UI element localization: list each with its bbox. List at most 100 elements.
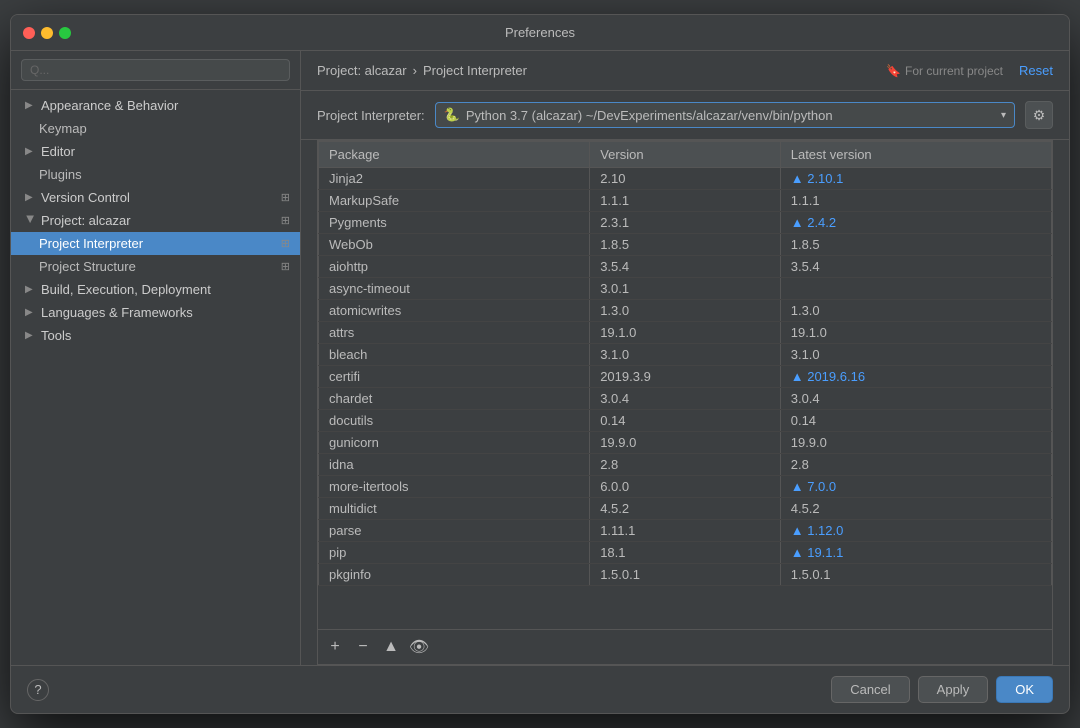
table-row[interactable]: pkginfo1.5.0.11.5.0.1 — [319, 564, 1052, 586]
table-row[interactable]: Jinja22.10▲ 2.10.1 — [319, 168, 1052, 190]
search-input[interactable] — [21, 59, 290, 81]
cell-latest: 1.8.5 — [780, 234, 1051, 256]
cell-package: MarkupSafe — [319, 190, 590, 212]
cell-package: certifi — [319, 366, 590, 388]
sidebar-item-version-control[interactable]: ▶ Version Control ⊞ — [11, 186, 300, 209]
table-row[interactable]: aiohttp3.5.43.5.4 — [319, 256, 1052, 278]
table-row[interactable]: attrs19.1.019.1.0 — [319, 322, 1052, 344]
interpreter-value: Python 3.7 (alcazar) ~/DevExperiments/al… — [466, 108, 833, 123]
table-row[interactable]: gunicorn19.9.019.9.0 — [319, 432, 1052, 454]
cell-version: 1.5.0.1 — [590, 564, 781, 586]
cell-package: multidict — [319, 498, 590, 520]
cell-package: pkginfo — [319, 564, 590, 586]
table-row[interactable]: atomicwrites1.3.01.3.0 — [319, 300, 1052, 322]
interpreter-select-text: 🐍 Python 3.7 (alcazar) ~/DevExperiments/… — [444, 107, 833, 123]
sidebar-item-label: Editor — [41, 144, 75, 159]
breadcrumb: Project: alcazar › Project Interpreter — [317, 63, 527, 78]
traffic-lights — [23, 27, 71, 39]
sidebar-item-project-structure[interactable]: Project Structure ⊞ — [11, 255, 300, 278]
table-row[interactable]: async-timeout3.0.1 — [319, 278, 1052, 300]
cell-package: gunicorn — [319, 432, 590, 454]
cell-package: aiohttp — [319, 256, 590, 278]
table-row[interactable]: MarkupSafe1.1.11.1.1 — [319, 190, 1052, 212]
sidebar-item-keymap[interactable]: Keymap — [11, 117, 300, 140]
cell-latest: 0.14 — [780, 410, 1051, 432]
table-row[interactable]: more-itertools6.0.0▲ 7.0.0 — [319, 476, 1052, 498]
table-row[interactable]: docutils0.140.14 — [319, 410, 1052, 432]
action-buttons: Cancel Apply OK — [831, 676, 1053, 703]
table-row[interactable]: Pygments2.3.1▲ 2.4.2 — [319, 212, 1052, 234]
table-row[interactable]: chardet3.0.43.0.4 — [319, 388, 1052, 410]
sidebar-item-project-interpreter[interactable]: Project Interpreter ⊞ — [11, 232, 300, 255]
upgrade-package-button[interactable]: ▲ — [380, 636, 402, 658]
sidebar-item-project-alcazar[interactable]: ▶ Project: alcazar ⊞ — [11, 209, 300, 232]
arrow-icon: ▶ — [25, 284, 35, 295]
sidebar-item-appearance[interactable]: ▶ Appearance & Behavior — [11, 94, 300, 117]
main-content: ▶ Appearance & Behavior Keymap ▶ Editor … — [11, 51, 1069, 665]
sidebar-item-languages-frameworks[interactable]: ▶ Languages & Frameworks — [11, 301, 300, 324]
cell-version: 1.1.1 — [590, 190, 781, 212]
help-button[interactable]: ? — [27, 679, 49, 701]
table-row[interactable]: multidict4.5.24.5.2 — [319, 498, 1052, 520]
search-box — [11, 51, 300, 90]
cell-package: docutils — [319, 410, 590, 432]
table-row[interactable]: pip18.1▲ 19.1.1 — [319, 542, 1052, 564]
sidebar-item-label: Tools — [41, 328, 71, 343]
col-latest: Latest version — [780, 142, 1051, 168]
sidebar-item-label: Project: alcazar — [41, 213, 131, 228]
sidebar-item-editor[interactable]: ▶ Editor — [11, 140, 300, 163]
cell-version: 3.0.1 — [590, 278, 781, 300]
cancel-button[interactable]: Cancel — [831, 676, 909, 703]
cell-version: 4.5.2 — [590, 498, 781, 520]
sidebar-item-label: Version Control — [41, 190, 130, 205]
sidebar-item-label: Project Structure — [39, 259, 136, 274]
minimize-button[interactable] — [41, 27, 53, 39]
sidebar-item-label: Keymap — [39, 121, 87, 136]
maximize-button[interactable] — [59, 27, 71, 39]
cell-package: async-timeout — [319, 278, 590, 300]
cell-latest: 19.9.0 — [780, 432, 1051, 454]
gear-button[interactable]: ⚙ — [1025, 101, 1053, 129]
interpreter-select[interactable]: 🐍 Python 3.7 (alcazar) ~/DevExperiments/… — [435, 102, 1015, 128]
table-scroll[interactable]: Package Version Latest version Jinja22.1… — [317, 140, 1053, 630]
col-version: Version — [590, 142, 781, 168]
sidebar-item-label: Project Interpreter — [39, 236, 143, 251]
arrow-icon: ▶ — [25, 330, 35, 341]
sidebar-item-tools[interactable]: ▶ Tools — [11, 324, 300, 347]
table-row[interactable]: parse1.11.1▲ 1.12.0 — [319, 520, 1052, 542]
cell-latest — [780, 278, 1051, 300]
cell-version: 3.1.0 — [590, 344, 781, 366]
table-row[interactable]: certifi2019.3.9▲ 2019.6.16 — [319, 366, 1052, 388]
packages-table-container: Package Version Latest version Jinja22.1… — [317, 140, 1053, 665]
cell-package: WebOb — [319, 234, 590, 256]
sidebar-list: ▶ Appearance & Behavior Keymap ▶ Editor … — [11, 90, 300, 665]
cell-package: pip — [319, 542, 590, 564]
cell-version: 19.9.0 — [590, 432, 781, 454]
cell-version: 2019.3.9 — [590, 366, 781, 388]
for-current-project-label: 🔖 For current project — [886, 64, 1003, 78]
ok-button[interactable]: OK — [996, 676, 1053, 703]
cell-version: 1.3.0 — [590, 300, 781, 322]
remove-package-button[interactable]: − — [352, 636, 374, 658]
reset-button[interactable]: Reset — [1019, 63, 1053, 78]
cell-latest: 1.5.0.1 — [780, 564, 1051, 586]
cell-package: bleach — [319, 344, 590, 366]
cell-latest: ▲ 2019.6.16 — [780, 366, 1051, 388]
gear-icon: ⚙ — [1033, 107, 1046, 124]
close-button[interactable] — [23, 27, 35, 39]
add-package-button[interactable]: + — [324, 636, 346, 658]
bookmark-icon: 🔖 — [886, 64, 901, 78]
dialog-title: Preferences — [505, 25, 575, 40]
table-row[interactable]: idna2.82.8 — [319, 454, 1052, 476]
sidebar-item-build-execution[interactable]: ▶ Build, Execution, Deployment — [11, 278, 300, 301]
cell-version: 0.14 — [590, 410, 781, 432]
cell-package: idna — [319, 454, 590, 476]
apply-button[interactable]: Apply — [918, 676, 989, 703]
packages-table: Package Version Latest version Jinja22.1… — [318, 141, 1052, 586]
cell-latest: 19.1.0 — [780, 322, 1051, 344]
show-package-button[interactable]: 👁 — [408, 636, 430, 658]
sidebar-item-plugins[interactable]: Plugins — [11, 163, 300, 186]
cell-version: 2.3.1 — [590, 212, 781, 234]
table-row[interactable]: WebOb1.8.51.8.5 — [319, 234, 1052, 256]
table-row[interactable]: bleach3.1.03.1.0 — [319, 344, 1052, 366]
